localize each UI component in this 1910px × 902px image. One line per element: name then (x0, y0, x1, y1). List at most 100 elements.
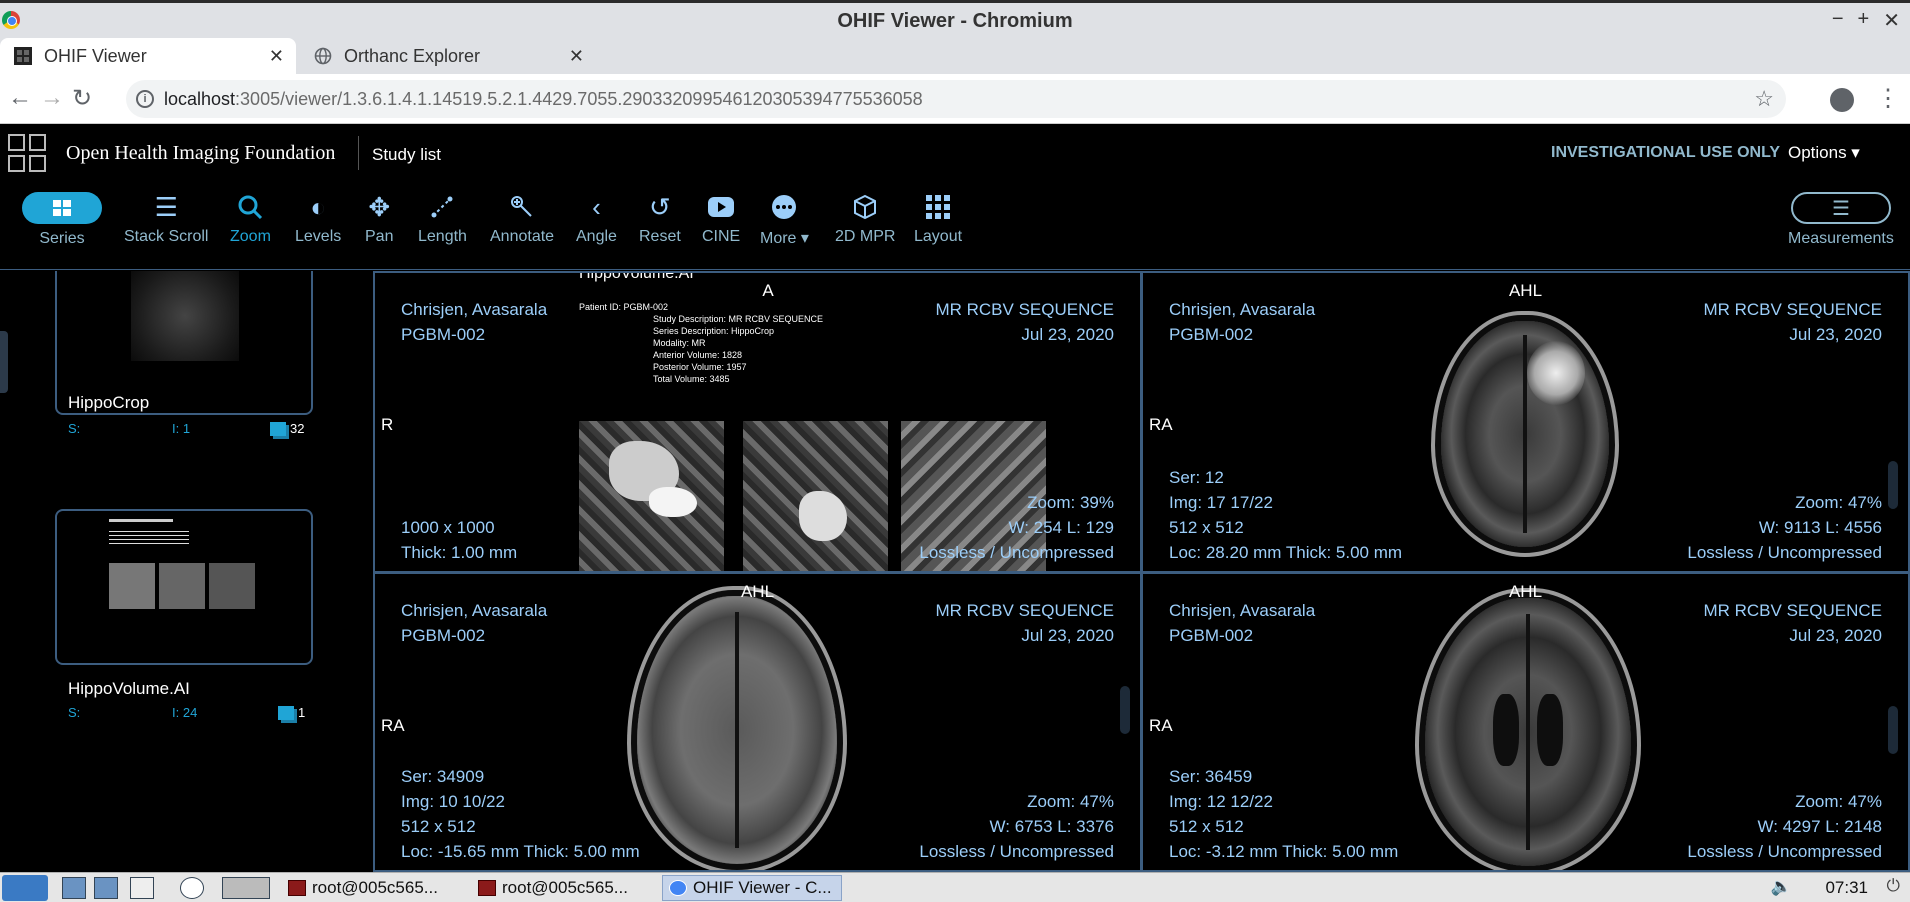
length-tool[interactable]: Length (418, 192, 467, 246)
list-icon[interactable]: ☰ (1790, 192, 1891, 224)
segmentation-posterior (649, 487, 697, 517)
measurements-button[interactable]: ☰ Measurements (1788, 192, 1894, 248)
grid-icon (53, 200, 71, 216)
layout-grid-icon (925, 192, 951, 222)
zoom-level: Zoom: 47% (1795, 792, 1882, 811)
series-description: MR RCBV SEQUENCE (1703, 300, 1882, 319)
zoom-level: Zoom: 47% (1795, 493, 1882, 512)
annotate-tool[interactable]: Annotate (490, 192, 554, 246)
reset-tool[interactable]: ↺ Reset (639, 192, 681, 246)
image-dimensions: 1000 x 1000 (401, 518, 495, 537)
back-arrow-icon[interactable]: ← (8, 84, 32, 112)
more-tool[interactable]: More ▾ (760, 192, 809, 248)
stack-scrollbar[interactable] (1888, 706, 1898, 754)
bars-icon: ☰ (154, 191, 178, 222)
image-number: Img: 17 17/22 (1169, 493, 1273, 512)
clock[interactable]: 07:31 (1825, 878, 1868, 898)
window-icon[interactable] (130, 877, 154, 899)
thumbnail-image (159, 563, 205, 609)
study-list-link[interactable]: Study list (372, 145, 441, 165)
site-info-icon[interactable]: i (136, 90, 154, 108)
terminal-icon[interactable] (94, 877, 118, 899)
reset-label: Reset (639, 228, 681, 245)
brain-mri-image (1441, 321, 1609, 547)
stack-scrollbar[interactable] (1120, 686, 1130, 734)
tab-close-icon[interactable]: ✕ (569, 46, 584, 67)
url-input[interactable]: i localhost :3005/viewer/1.3.6.1.4.1.145… (126, 80, 1786, 118)
forward-arrow-icon[interactable]: → (40, 84, 64, 112)
desktop-preview-icon[interactable] (222, 877, 270, 899)
tab-close-icon[interactable]: ✕ (269, 46, 284, 67)
brain-fissure (1525, 614, 1531, 850)
taskbar-item-terminal-1[interactable]: root@005c565... (282, 875, 462, 901)
viewport-1[interactable]: HippoVolume.AI Patient ID: PGBM-002 Stud… (373, 271, 1142, 573)
mpr-tool[interactable]: 2D MPR (835, 192, 895, 246)
series-count-value: 32 (290, 421, 305, 436)
compression: Lossless / Uncompressed (1687, 543, 1882, 562)
overlay-bottom-left: Ser: 34909 Img: 10 10/22 512 x 512 Loc: … (401, 764, 640, 864)
youtube-play-icon (707, 192, 735, 222)
file-manager-icon[interactable] (62, 877, 86, 899)
power-icon[interactable]: ⏻ (1887, 876, 1900, 896)
viewport-3[interactable]: AHL RA Chrisjen, Avasarala PGBM-002 MR R… (373, 572, 1142, 872)
stack-scrollbar[interactable] (1888, 461, 1898, 509)
slice-location: Loc: -15.65 mm Thick: 5.00 mm (401, 842, 640, 861)
study-date: Jul 23, 2020 (1021, 626, 1114, 645)
compression: Lossless / Uncompressed (1687, 842, 1882, 861)
viewport-2[interactable]: AHL RA Chrisjen, Avasarala PGBM-002 MR R… (1141, 271, 1910, 573)
ohif-logo-icon[interactable] (8, 134, 46, 172)
report-study-desc: Study Description: MR RCBV SEQUENCE (653, 314, 824, 324)
patient-name: Chrisjen, Avasarala (1169, 300, 1316, 319)
tab-orthanc-explorer[interactable]: Orthanc Explorer ✕ (300, 38, 596, 74)
task-label: root@005c565... (312, 878, 438, 897)
series-toggle[interactable] (22, 192, 102, 224)
start-menu-icon[interactable] (2, 875, 48, 901)
browser-menu-icon[interactable]: ⋮ (1876, 84, 1900, 113)
tab-ohif-viewer[interactable]: OHIF Viewer ✕ (0, 38, 296, 74)
cine-tool[interactable]: CINE (702, 192, 740, 246)
window-titlebar: OHIF Viewer - Chromium − + ✕ (0, 0, 1910, 36)
more-dots-icon (770, 192, 798, 222)
stack-scroll-tool[interactable]: ☰ Stack Scroll (124, 192, 208, 246)
overlay-top-left: Chrisjen, Avasarala PGBM-002 (401, 297, 547, 347)
compression: Lossless / Uncompressed (919, 543, 1114, 562)
contrast-icon: ◐ (310, 191, 326, 222)
chromium-launcher-icon[interactable] (180, 877, 204, 899)
overlay-bottom-left: Ser: 12 Img: 17 17/22 512 x 512 Loc: 28.… (1169, 465, 1402, 565)
image-dimensions: 512 x 512 (1169, 518, 1244, 537)
options-menu[interactable]: Options ▾ (1788, 143, 1860, 163)
profile-avatar-icon[interactable] (1830, 88, 1854, 112)
bookmark-star-icon[interactable]: ☆ (1754, 86, 1774, 112)
angle-tool[interactable]: ‹ Angle (576, 192, 617, 246)
overlay-top-right: MR RCBV SEQUENCE Jul 23, 2020 (1703, 598, 1882, 648)
series-button[interactable]: Series (22, 192, 102, 248)
layout-tool[interactable]: Layout (914, 192, 962, 246)
series-title: HippoCrop (68, 393, 150, 412)
maximize-button[interactable]: + (1858, 8, 1870, 33)
reload-icon[interactable]: ↻ (72, 84, 92, 113)
panel-resize-handle[interactable] (0, 331, 8, 393)
volume-icon[interactable]: 🔈 (1771, 877, 1792, 897)
brain-fissure (1523, 334, 1527, 534)
close-window-button[interactable]: ✕ (1883, 8, 1900, 33)
viewport-4[interactable]: AHL RA Chrisjen, Avasarala PGBM-002 MR R… (1141, 572, 1910, 872)
series-thumbnail-hippovolume[interactable] (55, 509, 313, 665)
zoom-tool[interactable]: Zoom (230, 192, 271, 246)
angle-label: Angle (576, 228, 617, 245)
pan-tool[interactable]: ✥ Pan (365, 192, 393, 246)
series-description: MR RCBV SEQUENCE (935, 601, 1114, 620)
tab-label: OHIF Viewer (44, 45, 147, 66)
patient-name: Chrisjen, Avasarala (401, 300, 548, 319)
image-number: Img: 10 10/22 (401, 792, 505, 811)
minimize-button[interactable]: − (1832, 8, 1844, 33)
series-description: MR RCBV SEQUENCE (935, 300, 1114, 319)
series-i-label: I: 24 (172, 705, 198, 720)
org-name[interactable]: Open Health Imaging Foundation (66, 142, 335, 165)
image-dimensions: 512 x 512 (401, 817, 476, 836)
taskbar-item-terminal-2[interactable]: root@005c565... (472, 875, 652, 901)
overlay-bottom-right: Zoom: 47% W: 4297 L: 2148 Lossless / Unc… (1687, 789, 1882, 864)
overlay-top-right: MR RCBV SEQUENCE Jul 23, 2020 (935, 297, 1114, 347)
viewport-grid: HippoVolume.AI Patient ID: PGBM-002 Stud… (373, 271, 1910, 872)
levels-tool[interactable]: ◐ Levels (295, 192, 341, 246)
taskbar-item-chromium[interactable]: OHIF Viewer - C... (662, 875, 842, 901)
